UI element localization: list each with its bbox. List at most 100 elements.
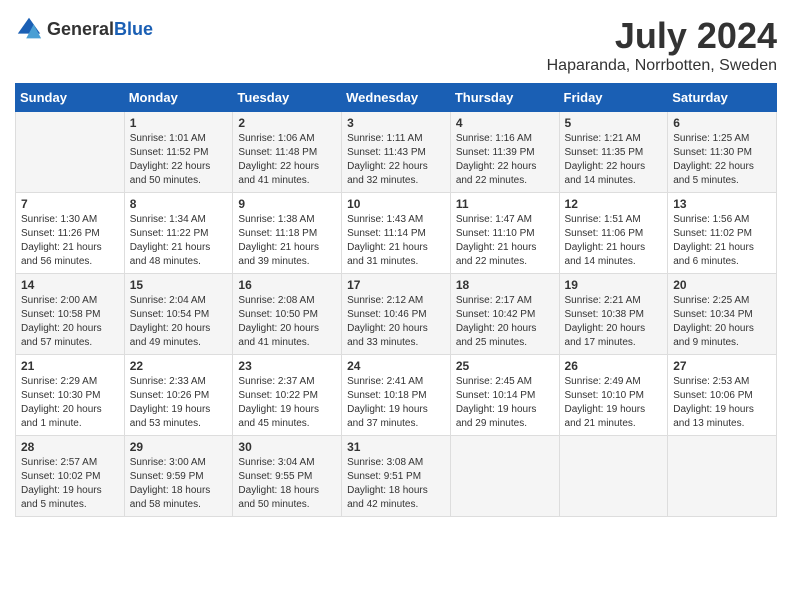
logo: GeneralBlue bbox=[15, 15, 153, 43]
calendar-cell: 21 Sunrise: 2:29 AM Sunset: 10:30 PM Dayl… bbox=[16, 355, 125, 436]
day-number: 16 bbox=[238, 278, 336, 292]
day-info: Sunrise: 2:08 AM Sunset: 10:50 PM Daylig… bbox=[238, 294, 336, 350]
logo-text-blue: Blue bbox=[114, 19, 153, 39]
day-info: Sunrise: 2:33 AM Sunset: 10:26 PM Daylig… bbox=[130, 375, 228, 431]
day-number: 19 bbox=[565, 278, 663, 292]
day-info: Sunrise: 2:25 AM Sunset: 10:34 PM Daylig… bbox=[673, 294, 771, 350]
day-info: Sunrise: 1:16 AM Sunset: 11:39 PM Daylig… bbox=[456, 132, 554, 188]
calendar-cell: 26 Sunrise: 2:49 AM Sunset: 10:10 PM Dayl… bbox=[559, 355, 668, 436]
day-number: 12 bbox=[565, 197, 663, 211]
day-info: Sunrise: 2:21 AM Sunset: 10:38 PM Daylig… bbox=[565, 294, 663, 350]
day-number: 29 bbox=[130, 440, 228, 454]
calendar-cell: 16 Sunrise: 2:08 AM Sunset: 10:50 PM Dayl… bbox=[233, 274, 342, 355]
day-info: Sunrise: 1:34 AM Sunset: 11:22 PM Daylig… bbox=[130, 213, 228, 269]
day-number: 9 bbox=[238, 197, 336, 211]
title-section: July 2024 Haparanda, Norrbotten, Sweden bbox=[547, 15, 777, 75]
calendar-cell: 9Sunrise: 1:38 AM Sunset: 11:18 PM Dayli… bbox=[233, 193, 342, 274]
day-info: Sunrise: 3:08 AM Sunset: 9:51 PM Dayligh… bbox=[347, 456, 445, 512]
day-info: Sunrise: 1:30 AM Sunset: 11:26 PM Daylig… bbox=[21, 213, 119, 269]
day-info: Sunrise: 2:04 AM Sunset: 10:54 PM Daylig… bbox=[130, 294, 228, 350]
calendar-cell: 15 Sunrise: 2:04 AM Sunset: 10:54 PM Dayl… bbox=[124, 274, 233, 355]
day-info: Sunrise: 1:11 AM Sunset: 11:43 PM Daylig… bbox=[347, 132, 445, 188]
calendar-cell: 12 Sunrise: 1:51 AM Sunset: 11:06 PM Dayl… bbox=[559, 193, 668, 274]
calendar-cell: 13 Sunrise: 1:56 AM Sunset: 11:02 PM Dayl… bbox=[668, 193, 777, 274]
day-number: 22 bbox=[130, 359, 228, 373]
calendar-cell: 22 Sunrise: 2:33 AM Sunset: 10:26 PM Dayl… bbox=[124, 355, 233, 436]
weekday-header: Saturday bbox=[668, 84, 777, 112]
weekday-header: Thursday bbox=[450, 84, 559, 112]
calendar-cell: 25Sunrise: 2:45 AM Sunset: 10:14 PM Dayl… bbox=[450, 355, 559, 436]
day-number: 4 bbox=[456, 116, 554, 130]
day-info: Sunrise: 2:57 AM Sunset: 10:02 PM Daylig… bbox=[21, 456, 119, 512]
day-info: Sunrise: 1:21 AM Sunset: 11:35 PM Daylig… bbox=[565, 132, 663, 188]
calendar-cell bbox=[16, 112, 125, 193]
day-info: Sunrise: 1:25 AM Sunset: 11:30 PM Daylig… bbox=[673, 132, 771, 188]
day-number: 18 bbox=[456, 278, 554, 292]
calendar-cell: 10Sunrise: 1:43 AM Sunset: 11:14 PM Dayl… bbox=[342, 193, 451, 274]
day-number: 11 bbox=[456, 197, 554, 211]
calendar-cell: 11 Sunrise: 1:47 AM Sunset: 11:10 PM Dayl… bbox=[450, 193, 559, 274]
calendar-cell: 27Sunrise: 2:53 AM Sunset: 10:06 PM Dayl… bbox=[668, 355, 777, 436]
weekday-header: Wednesday bbox=[342, 84, 451, 112]
day-info: Sunrise: 2:49 AM Sunset: 10:10 PM Daylig… bbox=[565, 375, 663, 431]
day-number: 27 bbox=[673, 359, 771, 373]
day-info: Sunrise: 1:47 AM Sunset: 11:10 PM Daylig… bbox=[456, 213, 554, 269]
day-info: Sunrise: 3:00 AM Sunset: 9:59 PM Dayligh… bbox=[130, 456, 228, 512]
day-info: Sunrise: 2:12 AM Sunset: 10:46 PM Daylig… bbox=[347, 294, 445, 350]
calendar-week-row: 1 Sunrise: 1:01 AM Sunset: 11:52 PM Dayli… bbox=[16, 112, 777, 193]
day-number: 17 bbox=[347, 278, 445, 292]
weekday-header: Tuesday bbox=[233, 84, 342, 112]
calendar-cell bbox=[559, 436, 668, 517]
day-info: Sunrise: 1:01 AM Sunset: 11:52 PM Daylig… bbox=[130, 132, 228, 188]
weekday-header: Monday bbox=[124, 84, 233, 112]
calendar-table: SundayMondayTuesdayWednesdayThursdayFrid… bbox=[15, 83, 777, 517]
day-info: Sunrise: 2:37 AM Sunset: 10:22 PM Daylig… bbox=[238, 375, 336, 431]
calendar-week-row: 21 Sunrise: 2:29 AM Sunset: 10:30 PM Dayl… bbox=[16, 355, 777, 436]
calendar-cell: 5 Sunrise: 1:21 AM Sunset: 11:35 PM Dayli… bbox=[559, 112, 668, 193]
day-info: Sunrise: 1:51 AM Sunset: 11:06 PM Daylig… bbox=[565, 213, 663, 269]
location-subtitle: Haparanda, Norrbotten, Sweden bbox=[547, 57, 777, 75]
day-info: Sunrise: 1:56 AM Sunset: 11:02 PM Daylig… bbox=[673, 213, 771, 269]
day-number: 31 bbox=[347, 440, 445, 454]
calendar-cell: 20 Sunrise: 2:25 AM Sunset: 10:34 PM Dayl… bbox=[668, 274, 777, 355]
day-info: Sunrise: 2:17 AM Sunset: 10:42 PM Daylig… bbox=[456, 294, 554, 350]
day-number: 24 bbox=[347, 359, 445, 373]
calendar-cell: 19 Sunrise: 2:21 AM Sunset: 10:38 PM Dayl… bbox=[559, 274, 668, 355]
calendar-cell: 29 Sunrise: 3:00 AM Sunset: 9:59 PM Dayli… bbox=[124, 436, 233, 517]
day-info: Sunrise: 2:00 AM Sunset: 10:58 PM Daylig… bbox=[21, 294, 119, 350]
day-info: Sunrise: 2:29 AM Sunset: 10:30 PM Daylig… bbox=[21, 375, 119, 431]
day-info: Sunrise: 1:06 AM Sunset: 11:48 PM Daylig… bbox=[238, 132, 336, 188]
day-number: 13 bbox=[673, 197, 771, 211]
day-number: 26 bbox=[565, 359, 663, 373]
calendar-cell: 23 Sunrise: 2:37 AM Sunset: 10:22 PM Dayl… bbox=[233, 355, 342, 436]
calendar-cell: 31 Sunrise: 3:08 AM Sunset: 9:51 PM Dayli… bbox=[342, 436, 451, 517]
day-number: 1 bbox=[130, 116, 228, 130]
calendar-body: 1 Sunrise: 1:01 AM Sunset: 11:52 PM Dayli… bbox=[16, 112, 777, 517]
day-number: 21 bbox=[21, 359, 119, 373]
day-number: 20 bbox=[673, 278, 771, 292]
page-header: GeneralBlue July 2024 Haparanda, Norrbot… bbox=[15, 15, 777, 75]
day-number: 6 bbox=[673, 116, 771, 130]
calendar-week-row: 7 Sunrise: 1:30 AM Sunset: 11:26 PM Dayli… bbox=[16, 193, 777, 274]
weekday-header: Friday bbox=[559, 84, 668, 112]
day-number: 23 bbox=[238, 359, 336, 373]
day-info: Sunrise: 2:41 AM Sunset: 10:18 PM Daylig… bbox=[347, 375, 445, 431]
calendar-week-row: 14Sunrise: 2:00 AM Sunset: 10:58 PM Dayl… bbox=[16, 274, 777, 355]
calendar-cell: 30 Sunrise: 3:04 AM Sunset: 9:55 PM Dayli… bbox=[233, 436, 342, 517]
day-number: 7 bbox=[21, 197, 119, 211]
day-number: 5 bbox=[565, 116, 663, 130]
logo-icon bbox=[15, 15, 43, 43]
day-number: 30 bbox=[238, 440, 336, 454]
day-number: 8 bbox=[130, 197, 228, 211]
calendar-week-row: 28 Sunrise: 2:57 AM Sunset: 10:02 PM Dayl… bbox=[16, 436, 777, 517]
day-info: Sunrise: 3:04 AM Sunset: 9:55 PM Dayligh… bbox=[238, 456, 336, 512]
month-year-title: July 2024 bbox=[547, 15, 777, 57]
calendar-cell: 3Sunrise: 1:11 AM Sunset: 11:43 PM Dayli… bbox=[342, 112, 451, 193]
day-number: 28 bbox=[21, 440, 119, 454]
day-number: 10 bbox=[347, 197, 445, 211]
day-number: 15 bbox=[130, 278, 228, 292]
calendar-cell: 6 Sunrise: 1:25 AM Sunset: 11:30 PM Dayli… bbox=[668, 112, 777, 193]
calendar-cell: 4 Sunrise: 1:16 AM Sunset: 11:39 PM Dayli… bbox=[450, 112, 559, 193]
calendar-cell: 17 Sunrise: 2:12 AM Sunset: 10:46 PM Dayl… bbox=[342, 274, 451, 355]
day-number: 25 bbox=[456, 359, 554, 373]
